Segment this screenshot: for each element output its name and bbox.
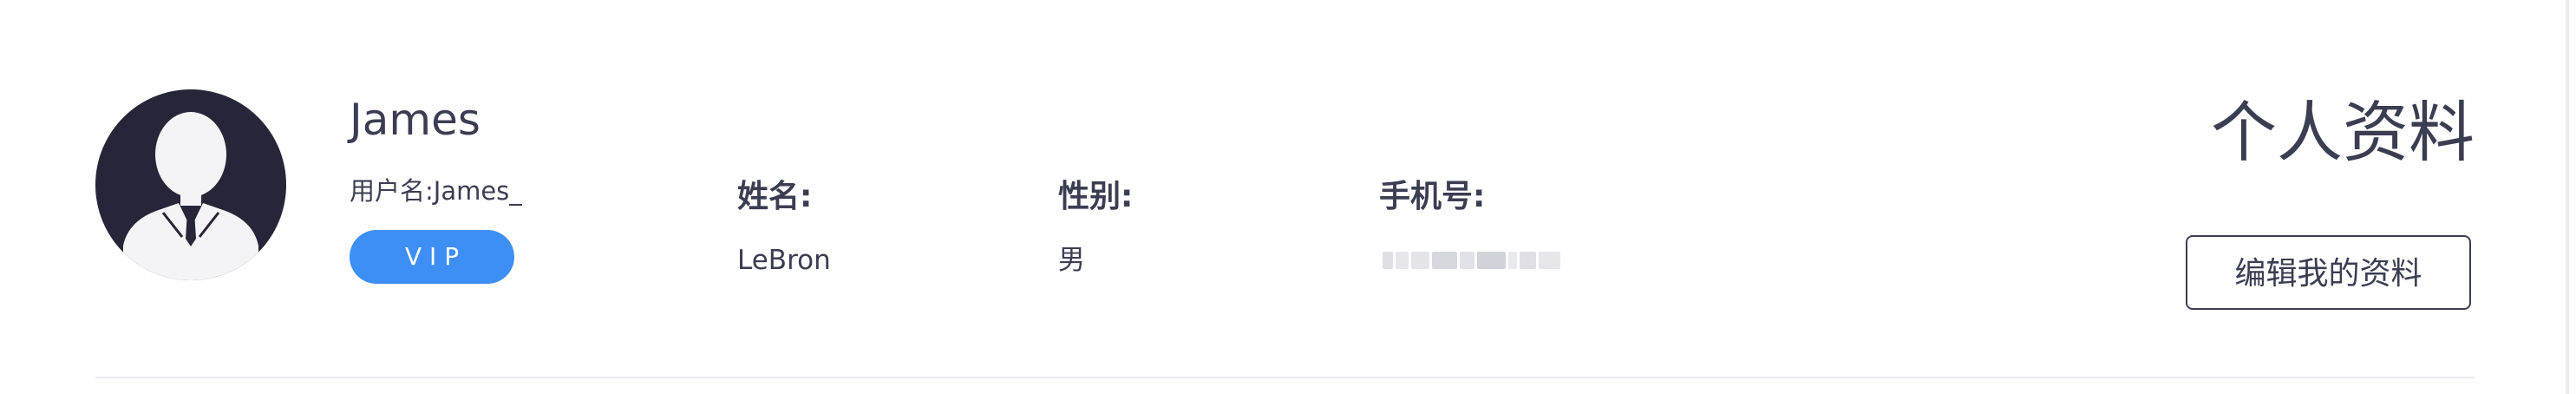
page-title: 个人资料: [2211, 94, 2475, 171]
name-label: 姓名:: [737, 179, 813, 214]
name-value: LeBron: [737, 245, 831, 276]
profile-card: James 用户名:James_ VIP 姓名: LeBron 性别: 男 手机…: [0, 0, 2566, 394]
gender-value: 男: [1058, 245, 1085, 276]
edit-profile-button[interactable]: 编辑我的资料: [2186, 235, 2471, 310]
panel-border: [2566, 0, 2569, 394]
divider: [95, 377, 2475, 378]
username: James: [350, 95, 481, 145]
phone-value-redacted: [1383, 246, 1563, 274]
phone-label: 手机号:: [1379, 179, 1486, 214]
account-name: 用户名:James_: [350, 176, 522, 206]
vip-badge: VIP: [350, 230, 514, 284]
avatar: [95, 89, 286, 280]
user-silhouette-icon: [95, 89, 286, 280]
gender-label: 性别:: [1058, 179, 1134, 214]
